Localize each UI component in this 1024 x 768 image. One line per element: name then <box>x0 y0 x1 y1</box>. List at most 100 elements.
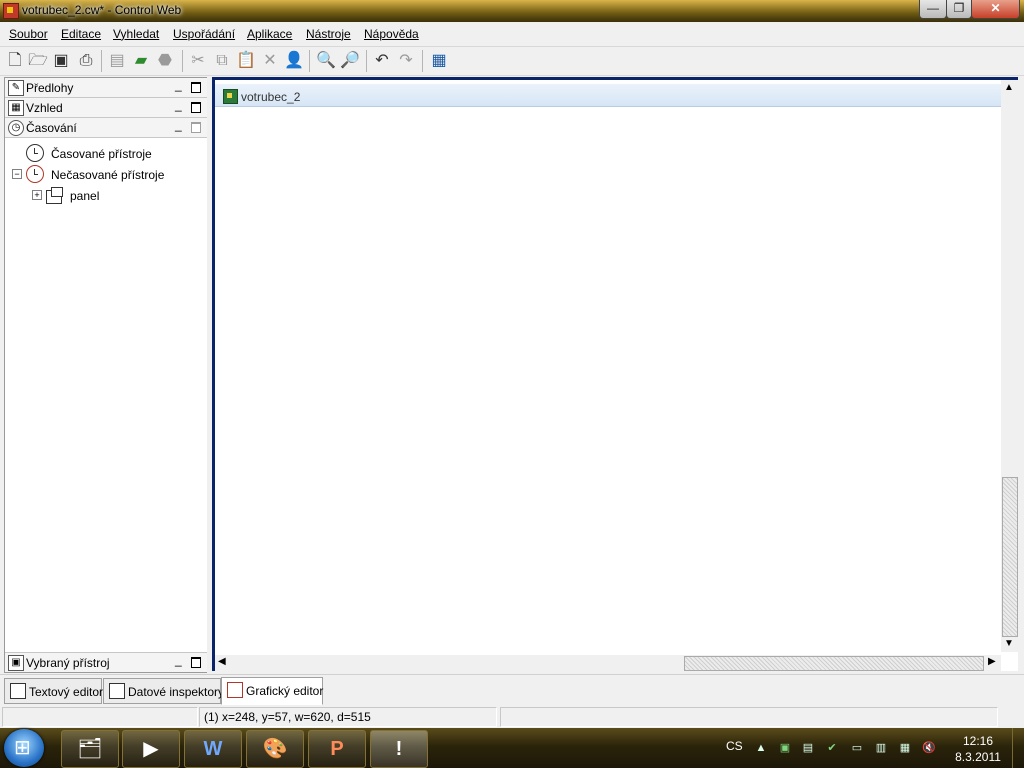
device-icon[interactable]: ▥ <box>874 742 888 754</box>
run-icon[interactable]: ▰ <box>131 51 151 71</box>
explorer-icon[interactable]: 🗂 <box>61 730 119 768</box>
scroll-down-icon[interactable]: ▼ <box>1004 638 1014 649</box>
status-bar: (1) x=248, y=57, w=620, d=515 <box>0 705 1024 728</box>
maximize-section-icon[interactable] <box>191 102 201 113</box>
section-vzhled[interactable]: ▦ Vzhled _ <box>5 98 207 118</box>
menu-soubor[interactable]: Soubor <box>9 27 48 41</box>
stop-icon[interactable]: ⬣ <box>155 51 175 71</box>
close-button[interactable]: ✕ <box>971 0 1020 19</box>
save-icon[interactable]: ▣ <box>51 51 71 71</box>
graphic-editor-canvas[interactable]: votrubec_2 ▲ ▼ ◀ ▶ <box>212 77 1018 671</box>
new-icon[interactable]: 🗋 <box>5 51 25 71</box>
section-casovani[interactable]: ◷ Časování _ <box>5 118 207 138</box>
panel-icon <box>46 187 63 204</box>
document-header[interactable]: votrubec_2 <box>215 84 1001 107</box>
toolbar-separator <box>182 50 183 72</box>
status-cell-empty <box>2 707 198 727</box>
undo-icon[interactable]: ↶ <box>372 51 392 71</box>
text-editor-icon <box>10 683 26 699</box>
redo-icon[interactable]: ↷ <box>396 51 416 71</box>
zoom-in-icon[interactable]: 🔍 <box>316 51 336 71</box>
tab-datove-inspektory[interactable]: Datové inspektory <box>103 678 225 704</box>
show-desktop-button[interactable] <box>1012 728 1024 768</box>
maximize-button[interactable]: ❐ <box>946 0 972 19</box>
menu-napoveda[interactable]: Nápověda <box>364 27 419 41</box>
scroll-right-icon[interactable]: ▶ <box>988 656 996 667</box>
section-vybrany-pristroj[interactable]: ▣ Vybraný přístroj _ <box>5 652 207 672</box>
powerpoint-icon[interactable]: P <box>308 730 366 768</box>
copy-icon[interactable]: ⧉ <box>212 51 232 71</box>
control-web-app-icon[interactable] <box>3 3 19 19</box>
paint-icon[interactable]: 🎨 <box>246 730 304 768</box>
minimize-section-icon[interactable]: _ <box>175 78 182 92</box>
menu-nastroje[interactable]: Nástroje <box>306 27 351 41</box>
delete-icon[interactable]: ✕ <box>260 51 280 71</box>
word-icon[interactable]: W <box>184 730 242 768</box>
section-label: Předlohy <box>26 81 74 95</box>
section-label: Vzhled <box>26 101 63 115</box>
title-bar: votrubec_2.cw* - Control Web — ❐ ✕ <box>0 0 1024 22</box>
tab-label: Textový editor <box>29 685 104 699</box>
status-cell-info: (1) x=248, y=57, w=620, d=515 <box>199 707 497 727</box>
cut-icon[interactable]: ✂ <box>188 51 208 71</box>
display-icon[interactable]: ▭ <box>850 742 864 754</box>
collapse-icon[interactable]: − <box>12 169 22 179</box>
vertical-scrollbar[interactable]: ▲ ▼ <box>1001 80 1018 652</box>
tab-label: Datové inspektory <box>128 685 225 699</box>
user-icon[interactable]: 👤 <box>284 51 304 71</box>
toolbar-separator <box>309 50 310 72</box>
maximize-section-icon[interactable] <box>191 657 201 668</box>
minimize-button[interactable]: — <box>919 0 947 19</box>
vertical-scroll-thumb[interactable] <box>1002 477 1018 637</box>
document-title: votrubec_2 <box>241 90 301 104</box>
start-button[interactable] <box>4 729 44 767</box>
print-icon[interactable]: ⎙ <box>76 51 96 71</box>
tab-graficky-editor[interactable]: Grafický editor <box>221 677 323 705</box>
maximize-section-icon[interactable] <box>191 82 201 93</box>
untimed-clock-icon <box>26 165 44 183</box>
horizontal-scroll-thumb[interactable] <box>684 656 984 671</box>
zoom-out-icon[interactable]: 🔎 <box>340 51 360 71</box>
volume-muted-icon[interactable]: 🔇 <box>922 742 936 754</box>
minimize-section-icon[interactable]: _ <box>175 653 182 667</box>
scroll-up-icon[interactable]: ▲ <box>1004 82 1014 93</box>
paste-icon[interactable]: 📋 <box>236 51 256 71</box>
status-info-text: (1) x=248, y=57, w=620, d=515 <box>204 710 371 724</box>
tree-item-necasovane[interactable]: Nečasované přístroje <box>51 168 164 182</box>
menu-vyhledat[interactable]: Vyhledat <box>113 27 159 41</box>
expand-icon[interactable]: + <box>32 190 42 200</box>
network-icon[interactable]: ▤ <box>801 742 815 754</box>
menu-usporadani[interactable]: Uspořádání <box>173 27 235 41</box>
tree-item-panel[interactable]: panel <box>70 189 99 203</box>
section-predlohy[interactable]: ✎ Předlohy _ <box>5 78 207 98</box>
security-icon[interactable]: ✔ <box>825 742 839 754</box>
open-icon[interactable]: 🗁 <box>28 51 48 71</box>
minimize-section-icon[interactable]: _ <box>175 118 182 132</box>
show-hidden-icons-icon[interactable]: ▲ <box>754 742 768 754</box>
scroll-left-icon[interactable]: ◀ <box>218 656 226 667</box>
tree-item-casovane[interactable]: Časované přístroje <box>51 147 152 161</box>
control-web-icon[interactable]: ! <box>370 730 428 768</box>
compile-icon[interactable]: ▤ <box>107 51 127 71</box>
language-indicator[interactable]: CS <box>726 739 743 753</box>
document-icon <box>223 89 238 104</box>
connection-icon[interactable]: ▦ <box>898 742 912 754</box>
timing-icon: ◷ <box>8 120 24 136</box>
taskbar-clock[interactable]: 12:16 8.3.2011 <box>950 733 1006 765</box>
media-player-icon[interactable]: ▶ <box>122 730 180 768</box>
clock-icon <box>26 144 44 162</box>
maximize-section-icon[interactable] <box>191 122 201 133</box>
menu-editace[interactable]: Editace <box>61 27 101 41</box>
toolbar: 🗋 🗁 ▣ ⎙ ▤ ▰ ⬣ ✂ ⧉ 📋 ✕ 👤 🔍 🔎 ↶ ↷ ▦ <box>0 46 1024 76</box>
tab-textovy-editor[interactable]: Textový editor <box>4 678 104 704</box>
selected-instrument-icon: ▣ <box>8 655 24 671</box>
tray-app-icon[interactable]: ▣ <box>778 742 792 754</box>
toolbar-separator <box>366 50 367 72</box>
minimize-section-icon[interactable]: _ <box>175 98 182 112</box>
window-title: votrubec_2.cw* - Control Web <box>22 3 182 17</box>
tab-label: Grafický editor <box>246 684 324 698</box>
horizontal-scrollbar[interactable]: ◀ ▶ <box>215 655 1001 671</box>
properties-icon[interactable]: ▦ <box>429 51 449 71</box>
menu-aplikace[interactable]: Aplikace <box>247 27 292 41</box>
taskbar: 🗂 ▶ W 🎨 P ! CS ▲ ▣ ▤ ✔ ▭ ▥ ▦ 🔇 12:16 8.3… <box>0 728 1024 768</box>
